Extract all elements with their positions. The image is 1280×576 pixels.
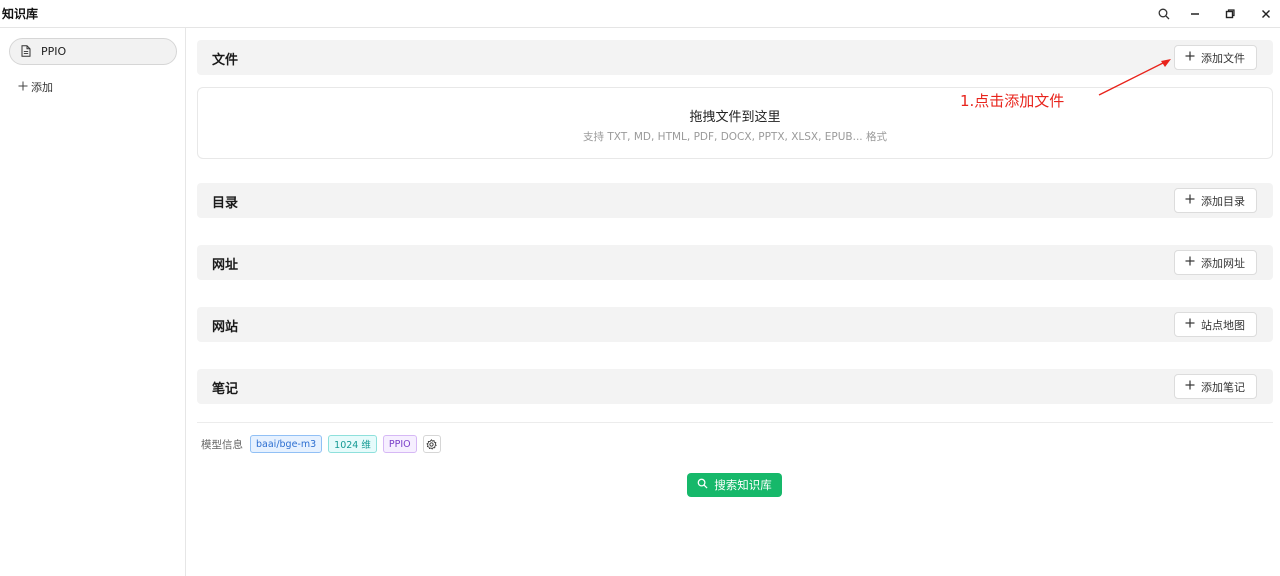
add-file-button[interactable]: 添加文件 bbox=[1174, 45, 1257, 70]
notes-section-header: 笔记 添加笔记 bbox=[197, 369, 1273, 404]
add-note-button[interactable]: 添加笔记 bbox=[1174, 374, 1257, 399]
app-title: 知识库 bbox=[2, 7, 39, 21]
directory-section-title: 目录 bbox=[212, 196, 239, 211]
sidebar-item-label: PPIO bbox=[41, 45, 67, 58]
document-icon bbox=[21, 42, 31, 61]
minimize-icon[interactable] bbox=[1185, 4, 1205, 24]
embedding-model-tag: baai/bge-m3 bbox=[250, 435, 323, 453]
plus-icon bbox=[18, 81, 28, 94]
url-section-title: 网址 bbox=[212, 258, 239, 273]
search-knowledge-base-label: 搜索知识库 bbox=[714, 478, 772, 492]
sidebar-item-ppio[interactable]: PPIO bbox=[9, 38, 177, 65]
add-url-button[interactable]: 添加网址 bbox=[1174, 250, 1257, 275]
sitemap-label: 站点地图 bbox=[1201, 318, 1245, 332]
plus-icon bbox=[1185, 51, 1195, 64]
search-icon bbox=[697, 478, 708, 492]
plus-icon bbox=[1185, 380, 1195, 393]
divider bbox=[197, 422, 1273, 423]
annotation-arrow bbox=[1098, 59, 1171, 96]
search-icon[interactable] bbox=[1154, 4, 1174, 24]
settings-button[interactable] bbox=[422, 435, 441, 454]
gear-icon bbox=[426, 435, 437, 454]
dropzone-subtitle: 支持 TXT, MD, HTML, PDF, DOCX, PPTX, XLSX,… bbox=[583, 131, 887, 143]
annotation-text: 1.点击添加文件 bbox=[960, 92, 1065, 110]
dropzone-title: 拖拽文件到这里 bbox=[689, 110, 781, 125]
url-section-header: 网址 添加网址 bbox=[197, 245, 1273, 280]
website-section-title: 网站 bbox=[212, 320, 239, 335]
plus-icon bbox=[1185, 256, 1195, 269]
add-url-label: 添加网址 bbox=[1201, 256, 1245, 270]
sidebar: PPIO 添加 bbox=[0, 28, 186, 576]
files-section-title: 文件 bbox=[212, 53, 239, 68]
add-note-label: 添加笔记 bbox=[1201, 380, 1245, 394]
title-bar: 知识库 bbox=[0, 0, 1280, 28]
add-file-label: 添加文件 bbox=[1201, 51, 1245, 65]
sitemap-button[interactable]: 站点地图 bbox=[1174, 312, 1257, 337]
model-info-label: 模型信息 bbox=[201, 438, 243, 451]
close-icon[interactable] bbox=[1256, 4, 1276, 24]
add-label: 添加 bbox=[31, 81, 53, 94]
provider-tag: PPIO bbox=[382, 435, 417, 453]
add-directory-label: 添加目录 bbox=[1201, 194, 1245, 208]
dimension-tag: 1024 维 bbox=[328, 435, 377, 453]
add-directory-button[interactable]: 添加目录 bbox=[1174, 188, 1257, 213]
website-section-header: 网站 站点地图 bbox=[197, 307, 1273, 342]
search-knowledge-base-button[interactable]: 搜索知识库 bbox=[687, 473, 782, 497]
model-info-row: 模型信息 baai/bge-m3 1024 维 PPIO bbox=[201, 435, 441, 453]
plus-icon bbox=[1185, 194, 1195, 207]
notes-section-title: 笔记 bbox=[212, 382, 239, 397]
restore-icon[interactable] bbox=[1220, 4, 1240, 24]
add-knowledge-base-button[interactable]: 添加 bbox=[18, 79, 53, 95]
plus-icon bbox=[1185, 318, 1195, 331]
directory-section-header: 目录 添加目录 bbox=[197, 183, 1273, 218]
